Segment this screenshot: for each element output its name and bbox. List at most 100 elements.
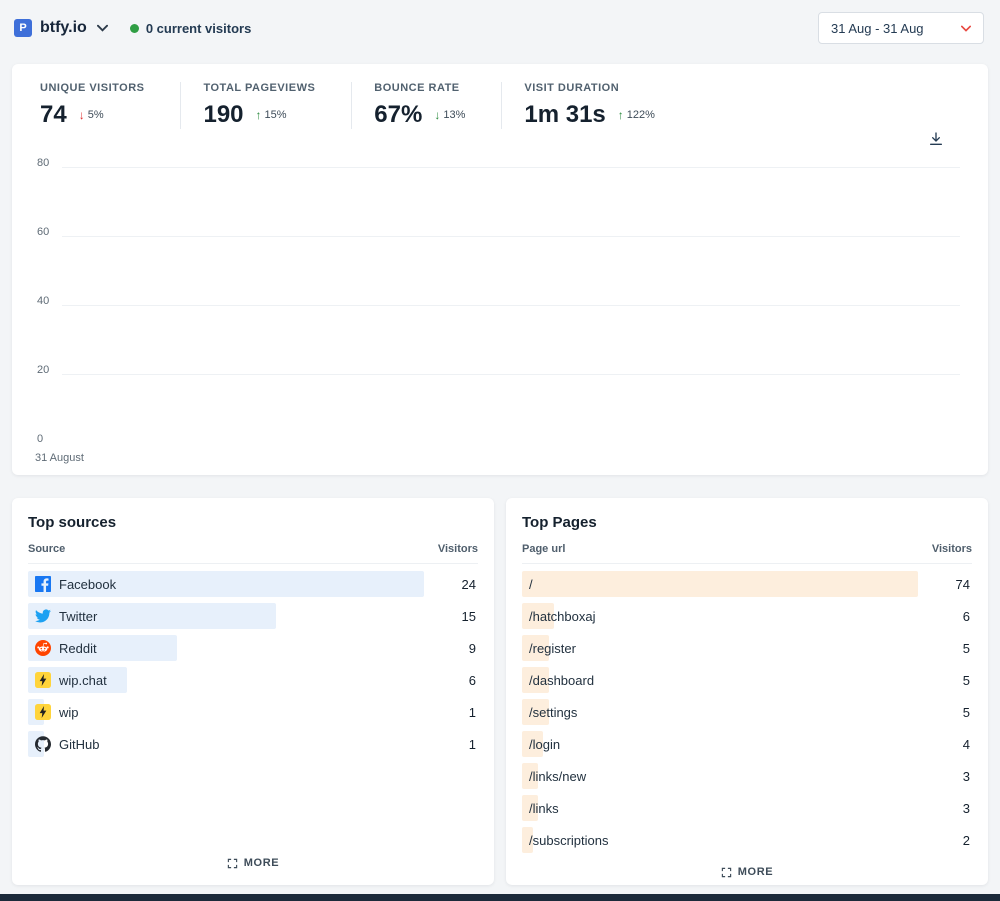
row-label-group: /links/new xyxy=(522,769,586,784)
online-dot-icon xyxy=(130,24,139,33)
detail-cards: Top sources Source Visitors Facebook24Tw… xyxy=(12,498,988,885)
page-row[interactable]: /register 5 xyxy=(522,632,972,664)
y-tick-label: 40 xyxy=(37,295,49,307)
row-visitors: 24 xyxy=(462,577,478,592)
source-row[interactable]: Twitter 15 xyxy=(28,600,478,632)
row-visitors: 6 xyxy=(469,673,478,688)
stat-delta: ↓ 5% xyxy=(79,108,104,122)
row-label: GitHub xyxy=(59,737,99,752)
wip-icon xyxy=(35,672,51,688)
download-icon xyxy=(928,131,944,151)
chevron-down-icon xyxy=(97,24,108,32)
row-label: wip xyxy=(59,705,79,720)
stat-delta: ↓ 13% xyxy=(434,108,465,122)
gridline xyxy=(62,236,960,237)
overview-card: UNIQUE VISITORS 74 ↓ 5% TOTAL PAGEVIEWS … xyxy=(12,64,988,475)
row-visitors: 1 xyxy=(469,705,478,720)
expand-icon xyxy=(227,858,238,869)
date-range-picker[interactable]: 31 Aug - 31 Aug xyxy=(818,12,984,44)
trend-arrow-icon: ↑ xyxy=(256,108,262,122)
table-header: Page url Visitors xyxy=(522,543,972,564)
header: P btfy.io 0 current visitors 31 Aug - 31… xyxy=(0,0,1000,56)
row-visitors: 3 xyxy=(963,801,972,816)
stat-delta-value: 122% xyxy=(627,109,655,121)
row-label: /links xyxy=(529,801,559,816)
row-label-group: /links xyxy=(522,801,559,816)
row-bar xyxy=(522,571,918,597)
current-visitors-label: 0 current visitors xyxy=(146,21,252,36)
row-label: Reddit xyxy=(59,641,97,656)
row-label: /login xyxy=(529,737,560,752)
page-row[interactable]: /settings5 xyxy=(522,696,972,728)
column-visitors: Visitors xyxy=(438,543,478,555)
page-row[interactable]: /hatchboxaj6 xyxy=(522,600,972,632)
row-label: Twitter xyxy=(59,609,97,624)
more-label: MORE xyxy=(738,866,773,878)
row-visitors: 15 xyxy=(462,609,478,624)
gridline xyxy=(62,305,960,306)
page-row[interactable]: /login4 xyxy=(522,728,972,760)
row-label: /links/new xyxy=(529,769,586,784)
card-title: Top Pages xyxy=(522,514,972,531)
stat-delta-value: 13% xyxy=(443,109,465,121)
row-label-group: /register xyxy=(522,641,576,656)
y-tick-label: 80 xyxy=(37,157,49,169)
date-range-value: 31 Aug - 31 Aug xyxy=(831,21,924,36)
site-name: btfy.io xyxy=(40,19,87,37)
row-visitors: 5 xyxy=(963,641,972,656)
row-label-group: Reddit xyxy=(28,640,97,656)
page-row[interactable]: /links/new 3 xyxy=(522,760,972,792)
row-label-group: wip.chat xyxy=(28,672,107,688)
stat-block: UNIQUE VISITORS 74 ↓ 5% xyxy=(40,82,180,129)
row-label-group: /dashboard xyxy=(522,673,594,688)
gridline xyxy=(62,374,960,375)
table-header: Source Visitors xyxy=(28,543,478,564)
page-row[interactable]: /74 xyxy=(522,568,972,600)
row-label-group: wip xyxy=(28,704,79,720)
stat-value: 1m 31s xyxy=(524,101,605,129)
stat-value: 190 xyxy=(203,101,243,129)
stat-label: UNIQUE VISITORS xyxy=(40,82,144,94)
source-row[interactable]: Reddit 9 xyxy=(28,632,478,664)
page-row[interactable]: /links 3 xyxy=(522,792,972,824)
stat-block: BOUNCE RATE 67% ↓ 13% xyxy=(351,82,501,129)
reddit-icon xyxy=(35,640,51,656)
row-label: /dashboard xyxy=(529,673,594,688)
visitors-chart: 806040200 31 August xyxy=(40,163,960,463)
download-button[interactable] xyxy=(928,131,944,151)
stat-delta-value: 5% xyxy=(88,109,104,121)
sources-rows: Facebook24Twitter15Reddit9wip.chat6wip1G… xyxy=(28,568,478,760)
pages-more-button[interactable]: MORE xyxy=(721,856,773,886)
y-tick-label: 20 xyxy=(37,364,49,376)
card-title: Top sources xyxy=(28,514,478,531)
row-label-group: GitHub xyxy=(28,736,99,752)
stats-row: UNIQUE VISITORS 74 ↓ 5% TOTAL PAGEVIEWS … xyxy=(12,82,988,129)
source-row[interactable]: wip 1 xyxy=(28,696,478,728)
source-row[interactable]: GitHub 1 xyxy=(28,728,478,760)
pages-rows: /74/hatchboxaj6/register 5/dashboard5/set… xyxy=(522,568,972,856)
row-label: /subscriptions xyxy=(529,833,608,848)
y-tick-label: 60 xyxy=(37,226,49,238)
github-icon xyxy=(35,736,51,752)
row-label: /hatchboxaj xyxy=(529,609,596,624)
row-visitors: 3 xyxy=(963,769,972,784)
page-row[interactable]: /subscriptions2 xyxy=(522,824,972,856)
top-sources-card: Top sources Source Visitors Facebook24Tw… xyxy=(12,498,494,885)
page-row[interactable]: /dashboard5 xyxy=(522,664,972,696)
stat-value: 74 xyxy=(40,101,67,129)
source-row[interactable]: Facebook24 xyxy=(28,568,478,600)
row-visitors: 1 xyxy=(469,737,478,752)
row-label: /settings xyxy=(529,705,577,720)
site-favicon-icon: P xyxy=(14,19,32,37)
chevron-down-icon xyxy=(961,25,971,32)
stat-block: VISIT DURATION 1m 31s ↑ 122% xyxy=(501,82,691,129)
stat-block: TOTAL PAGEVIEWS 190 ↑ 15% xyxy=(180,82,351,129)
source-row[interactable]: wip.chat 6 xyxy=(28,664,478,696)
site-switcher[interactable]: P btfy.io xyxy=(14,19,108,37)
stat-delta-value: 15% xyxy=(265,109,287,121)
stat-label: BOUNCE RATE xyxy=(374,82,465,94)
row-visitors: 9 xyxy=(469,641,478,656)
row-label-group: / xyxy=(522,577,533,592)
stat-value: 67% xyxy=(374,101,422,129)
sources-more-button[interactable]: MORE xyxy=(227,847,279,877)
